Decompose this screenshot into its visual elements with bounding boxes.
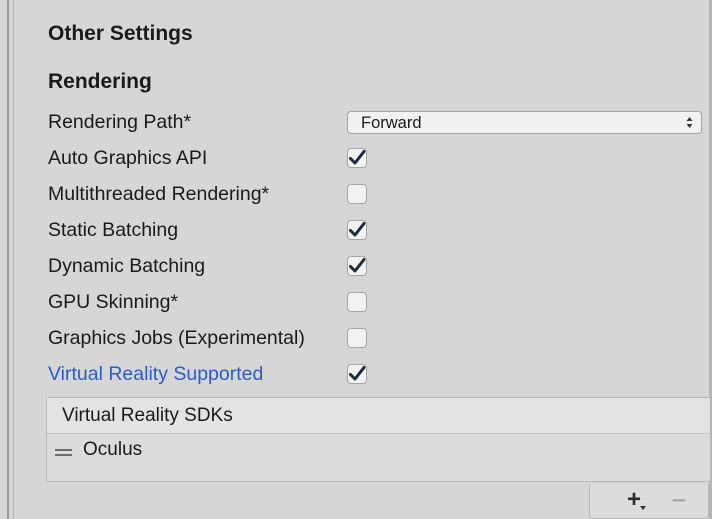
other-settings-section: Other Settings Rendering Rendering Path*… <box>14 0 711 519</box>
graphics-jobs-row: Graphics Jobs (Experimental) <box>48 324 708 354</box>
gpu-skinning-row: GPU Skinning* <box>48 288 708 318</box>
auto-graphics-api-row: Auto Graphics API <box>48 144 708 174</box>
vr-supported-label: Virtual Reality Supported <box>48 363 264 385</box>
vr-supported-checkbox[interactable] <box>347 364 367 384</box>
gpu-skinning-label: GPU Skinning* <box>48 291 179 313</box>
static-batching-row: Static Batching <box>48 216 708 246</box>
dynamic-batching-label: Dynamic Batching <box>48 255 206 277</box>
multithreaded-rendering-checkbox[interactable] <box>347 184 367 204</box>
vr-sdk-header-label: Virtual Reality SDKs <box>62 405 233 426</box>
rendering-path-value: Forward <box>361 114 422 132</box>
dynamic-batching-row: Dynamic Batching <box>48 252 708 282</box>
graphics-jobs-label: Graphics Jobs (Experimental) <box>48 327 305 349</box>
panel-border-left <box>7 0 9 519</box>
list-item[interactable]: Oculus <box>47 434 710 466</box>
rendering-path-row: Rendering Path* Forward <box>48 108 708 138</box>
multithreaded-rendering-label: Multithreaded Rendering* <box>48 183 270 205</box>
checkmark-icon <box>349 258 366 273</box>
drag-handle-icon[interactable] <box>55 449 72 459</box>
section-title[interactable]: Other Settings <box>48 22 193 46</box>
auto-graphics-api-checkbox[interactable] <box>347 148 367 168</box>
auto-graphics-api-label: Auto Graphics API <box>48 147 208 169</box>
vr-sdk-list-header: Virtual Reality SDKs <box>47 398 710 434</box>
vr-sdk-list-footer: + − <box>589 484 709 519</box>
dropdown-arrows-icon <box>686 117 693 128</box>
inspector-panel: Other Settings Rendering Rendering Path*… <box>0 0 712 519</box>
vr-supported-row: Virtual Reality Supported <box>48 360 708 390</box>
graphics-jobs-checkbox[interactable] <box>347 328 367 348</box>
dropdown-caret-icon <box>640 506 646 510</box>
static-batching-checkbox[interactable] <box>347 220 367 240</box>
remove-sdk-button[interactable]: − <box>668 487 690 513</box>
checkmark-icon <box>349 366 366 381</box>
rendering-path-label: Rendering Path* <box>48 111 192 133</box>
checkmark-icon <box>349 150 366 165</box>
gpu-skinning-checkbox[interactable] <box>347 292 367 312</box>
rendering-path-dropdown[interactable]: Forward <box>347 111 702 134</box>
static-batching-label: Static Batching <box>48 219 179 241</box>
checkmark-icon <box>349 222 366 237</box>
sdk-item-label: Oculus <box>83 439 143 460</box>
vr-sdk-list: Virtual Reality SDKs Oculus <box>46 397 711 482</box>
rendering-subtitle: Rendering <box>48 70 152 93</box>
multithreaded-rendering-row: Multithreaded Rendering* <box>48 180 708 210</box>
dynamic-batching-checkbox[interactable] <box>347 256 367 276</box>
